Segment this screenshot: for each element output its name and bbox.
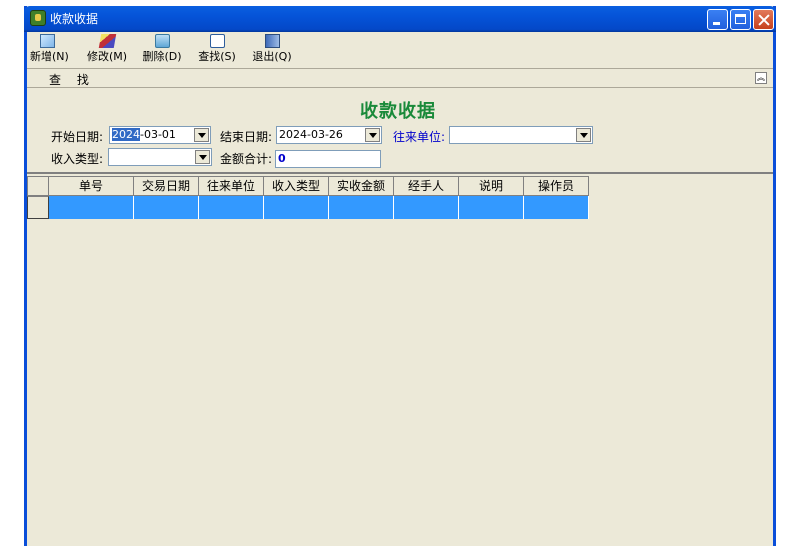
- edit-icon: [98, 34, 116, 48]
- end-date-value: 2024-03-26: [279, 128, 343, 141]
- find-bar[interactable]: 查 找 ︽: [27, 70, 773, 88]
- toolbar-divider: [27, 68, 773, 69]
- end-date-label: 结束日期:: [220, 130, 273, 144]
- app-icon: [30, 10, 46, 26]
- find-bar-label: 查 找: [49, 73, 95, 87]
- income-type-combo[interactable]: [108, 148, 212, 166]
- chevron-down-icon[interactable]: [194, 128, 209, 142]
- search-panel: 收款收据 开始日期: 2024-03-01 结束日期: 2024-03-26 往…: [27, 88, 773, 174]
- table-cell[interactable]: [524, 196, 589, 219]
- column-header[interactable]: 单号: [49, 176, 134, 196]
- grid-corner: [27, 176, 49, 196]
- minimize-button[interactable]: [707, 9, 728, 30]
- table-cell[interactable]: [394, 196, 459, 219]
- start-date-year: 2024: [112, 128, 140, 141]
- partner-label: 往来单位:: [393, 130, 446, 144]
- delete-icon: [154, 34, 170, 48]
- collapse-icon[interactable]: ︽: [755, 72, 767, 84]
- exit-icon: [264, 34, 280, 48]
- income-type-label: 收入类型:: [51, 152, 104, 166]
- add-icon: [39, 34, 55, 48]
- title-bar[interactable]: 收款收据: [24, 6, 776, 32]
- close-button[interactable]: [753, 9, 774, 30]
- start-date-label: 开始日期:: [51, 130, 104, 144]
- total-amount-label: 金额合计:: [220, 152, 273, 166]
- add-label: 新增(N): [30, 50, 69, 63]
- column-header[interactable]: 往来单位: [199, 176, 264, 196]
- table-cell[interactable]: [329, 196, 394, 219]
- add-button[interactable]: 新增(N): [30, 34, 69, 68]
- find-button[interactable]: 查找(S): [195, 34, 239, 68]
- edit-label: 修改(M): [86, 50, 128, 63]
- table-cell[interactable]: [459, 196, 524, 219]
- row-indicator[interactable]: [27, 196, 49, 219]
- chevron-down-icon[interactable]: [576, 128, 591, 142]
- table-cell[interactable]: [199, 196, 264, 219]
- edit-button[interactable]: 修改(M): [85, 34, 129, 68]
- column-header[interactable]: 实收金额: [329, 176, 394, 196]
- exit-label: 退出(Q): [252, 50, 292, 63]
- exit-button[interactable]: 退出(Q): [250, 34, 294, 68]
- maximize-button[interactable]: [730, 9, 751, 30]
- start-date-combo[interactable]: 2024-03-01: [109, 126, 211, 144]
- table-cell[interactable]: [264, 196, 329, 219]
- data-grid[interactable]: 单号 交易日期 往来单位 收入类型 实收金额 经手人 说明 操作员: [27, 176, 773, 536]
- column-header[interactable]: 经手人: [394, 176, 459, 196]
- start-date-rest: -03-01: [140, 128, 176, 141]
- form-title: 收款收据: [360, 101, 436, 122]
- column-header[interactable]: 收入类型: [264, 176, 329, 196]
- chevron-down-icon[interactable]: [365, 128, 380, 142]
- delete-button[interactable]: 删除(D): [140, 34, 184, 68]
- column-header[interactable]: 交易日期: [134, 176, 199, 196]
- find-icon: [209, 34, 225, 48]
- column-header[interactable]: 操作员: [524, 176, 589, 196]
- end-date-combo[interactable]: 2024-03-26: [276, 126, 382, 144]
- window-title: 收款收据: [50, 12, 99, 26]
- chevron-down-icon[interactable]: [195, 150, 210, 164]
- total-amount-field[interactable]: 0: [275, 150, 381, 168]
- delete-label: 删除(D): [142, 50, 182, 63]
- partner-combo[interactable]: [449, 126, 593, 144]
- table-cell[interactable]: [134, 196, 199, 219]
- find-label: 查找(S): [198, 50, 236, 63]
- table-cell[interactable]: [49, 196, 134, 219]
- column-header[interactable]: 说明: [459, 176, 524, 196]
